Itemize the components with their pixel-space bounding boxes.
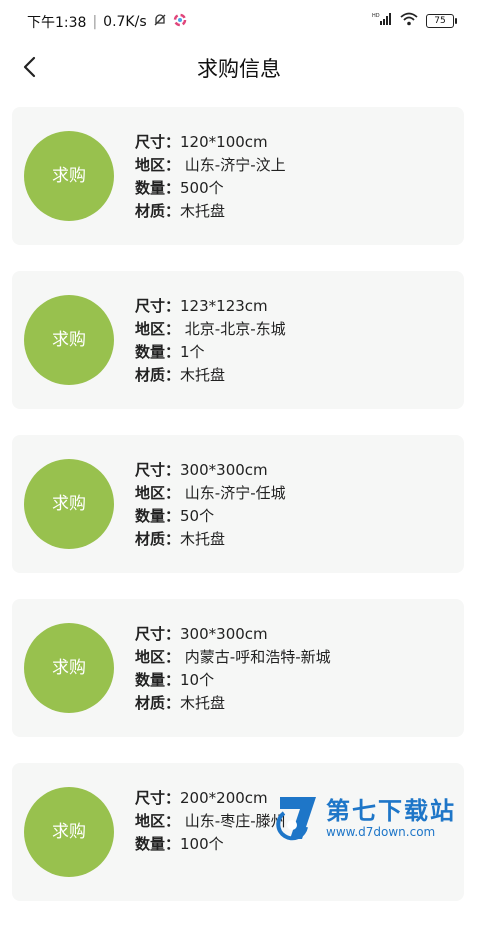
quantity-value: 100个 <box>180 835 224 853</box>
region-value: 北京-北京-东城 <box>184 320 286 338</box>
material-value: 木托盘 <box>180 366 226 384</box>
size-label: 尺寸： <box>135 133 181 151</box>
purchase-badge: 求购 <box>24 131 114 221</box>
quantity-label: 数量： <box>135 507 181 525</box>
purchase-badge: 求购 <box>24 459 114 549</box>
nav-bar: 求购信息 <box>0 44 478 90</box>
purchase-card[interactable]: 求购 尺寸：300*300cm 地区： 山东-济宁-任城 数量：50个 材质：木… <box>12 435 464 573</box>
size-label: 尺寸： <box>135 461 181 479</box>
material-row: 材质：木托盘 <box>135 692 331 715</box>
material-value: 木托盘 <box>180 202 226 220</box>
region-label: 地区： <box>135 648 181 666</box>
card-info: 尺寸：300*300cm 地区： 内蒙古-呼和浩特-新城 数量：10个 材质：木… <box>135 623 331 715</box>
watermark-text: 第七下载站 www.d7down.com <box>326 797 456 839</box>
status-bar: 下午1:38 | 0.7K/s HD 75 <box>0 0 478 44</box>
material-label: 材质： <box>135 202 181 220</box>
material-row: 材质：木托盘 <box>135 200 286 223</box>
region-value: 山东-济宁-汶上 <box>184 156 286 174</box>
status-time: 下午1:38 <box>27 15 87 31</box>
region-row: 地区： 山东-济宁-任城 <box>135 482 286 505</box>
size-label: 尺寸： <box>135 789 181 807</box>
purchase-badge: 求购 <box>24 787 114 877</box>
quantity-label: 数量： <box>135 343 181 361</box>
quantity-value: 50个 <box>180 507 215 525</box>
battery-icon: 75 <box>426 14 457 28</box>
quantity-value: 1个 <box>180 343 205 361</box>
status-net-speed: 0.7K/s <box>103 14 147 30</box>
quantity-row: 数量：1个 <box>135 341 286 364</box>
status-right: HD 75 <box>372 12 457 30</box>
quantity-row: 数量：500个 <box>135 177 286 200</box>
watermark: 第七下载站 www.d7down.com <box>276 790 472 846</box>
quantity-label: 数量： <box>135 835 181 853</box>
card-info: 尺寸：123*123cm 地区： 北京-北京-东城 数量：1个 材质：木托盘 <box>135 295 286 387</box>
material-value: 木托盘 <box>180 694 226 712</box>
region-row: 地区： 内蒙古-呼和浩特-新城 <box>135 646 331 669</box>
quantity-label: 数量： <box>135 179 181 197</box>
wifi-icon <box>400 12 418 30</box>
quantity-row: 数量：100个 <box>135 833 286 856</box>
region-value: 山东-济宁-任城 <box>184 484 286 502</box>
purchase-badge: 求购 <box>24 295 114 385</box>
size-value: 300*300cm <box>180 461 268 479</box>
quantity-row: 数量：10个 <box>135 669 331 692</box>
purchase-card[interactable]: 求购 尺寸：120*100cm 地区： 山东-济宁-汶上 数量：500个 材质：… <box>12 107 464 245</box>
watermark-name: 第七下载站 <box>326 797 456 825</box>
material-row: 材质：木托盘 <box>135 528 286 551</box>
material-row: 材质：木托盘 <box>135 364 286 387</box>
card-info: 尺寸：200*200cm 地区： 山东-枣庄-滕州 数量：100个 <box>135 787 286 856</box>
size-value: 120*100cm <box>180 133 268 151</box>
app-notification-icon <box>173 13 187 31</box>
material-label: 材质： <box>135 366 181 384</box>
signal-icon: HD <box>372 12 392 30</box>
size-label: 尺寸： <box>135 625 181 643</box>
size-row: 尺寸：120*100cm <box>135 131 286 154</box>
size-row: 尺寸：123*123cm <box>135 295 286 318</box>
status-left: 下午1:38 | 0.7K/s <box>27 12 187 32</box>
size-row: 尺寸：300*300cm <box>135 623 331 646</box>
region-label: 地区： <box>135 156 181 174</box>
watermark-url: www.d7down.com <box>326 825 436 839</box>
purchase-badge: 求购 <box>24 623 114 713</box>
size-row: 尺寸：300*300cm <box>135 459 286 482</box>
region-row: 地区： 山东-济宁-汶上 <box>135 154 286 177</box>
region-row: 地区： 山东-枣庄-滕州 <box>135 810 286 833</box>
page-title: 求购信息 <box>197 57 281 81</box>
size-label: 尺寸： <box>135 297 181 315</box>
region-label: 地区： <box>135 812 181 830</box>
material-label: 材质： <box>135 694 181 712</box>
card-info: 尺寸：120*100cm 地区： 山东-济宁-汶上 数量：500个 材质：木托盘 <box>135 131 286 223</box>
status-separator: | <box>92 14 98 30</box>
size-row: 尺寸：200*200cm <box>135 787 286 810</box>
region-value: 内蒙古-呼和浩特-新城 <box>184 648 331 666</box>
site-logo-icon <box>276 797 316 841</box>
card-info: 尺寸：300*300cm 地区： 山东-济宁-任城 数量：50个 材质：木托盘 <box>135 459 286 551</box>
mute-bell-icon <box>153 13 167 31</box>
material-label: 材质： <box>135 530 181 548</box>
quantity-row: 数量：50个 <box>135 505 286 528</box>
region-row: 地区： 北京-北京-东城 <box>135 318 286 341</box>
size-value: 123*123cm <box>180 297 268 315</box>
quantity-label: 数量： <box>135 671 181 689</box>
size-value: 300*300cm <box>180 625 268 643</box>
purchase-card[interactable]: 求购 尺寸：300*300cm 地区： 内蒙古-呼和浩特-新城 数量：10个 材… <box>12 599 464 737</box>
quantity-value: 500个 <box>180 179 224 197</box>
region-value: 山东-枣庄-滕州 <box>184 812 286 830</box>
region-label: 地区： <box>135 484 181 502</box>
signal-hd-label: HD <box>372 13 380 19</box>
purchase-card[interactable]: 求购 尺寸：123*123cm 地区： 北京-北京-东城 数量：1个 材质：木托… <box>12 271 464 409</box>
material-value: 木托盘 <box>180 530 226 548</box>
quantity-value: 10个 <box>180 671 215 689</box>
region-label: 地区： <box>135 320 181 338</box>
size-value: 200*200cm <box>180 789 268 807</box>
